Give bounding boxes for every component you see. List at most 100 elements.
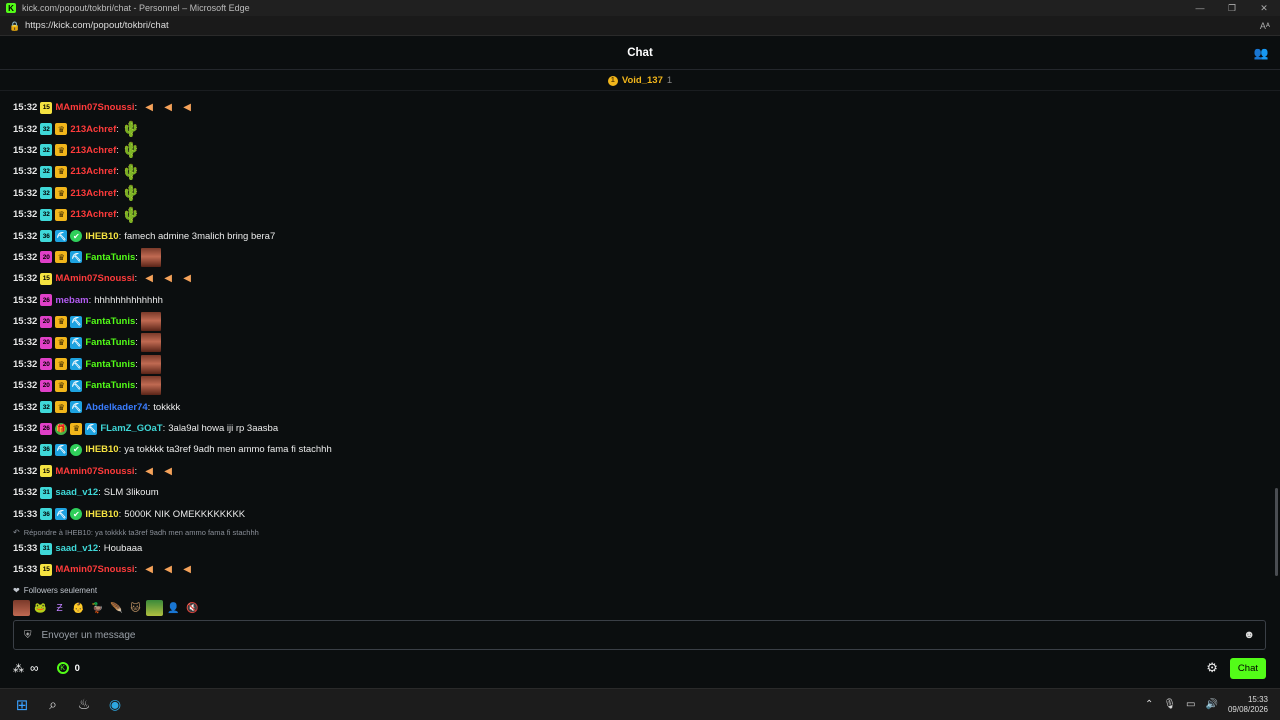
emote-mute-icon[interactable]: 🔇 (184, 600, 201, 616)
pizza-emote-icon[interactable]: ◀ (178, 99, 196, 117)
subscriber-badge-icon[interactable]: 32 (40, 165, 53, 178)
chat-message[interactable]: 15:32 26 mebam: hhhhhhhhhhhhh (13, 290, 1268, 311)
face-emote-icon[interactable] (140, 312, 161, 332)
face-emote-icon[interactable] (140, 376, 161, 396)
pizza-emote-icon[interactable]: ◀ (140, 462, 158, 480)
pickaxe-badge-icon[interactable]: ⛏ (70, 401, 83, 414)
subscriber-badge-icon[interactable]: 31 (40, 486, 53, 499)
volume-icon[interactable]: 🔊 (1206, 699, 1218, 710)
reply-reference[interactable]: ↶ Répondre à IHEB10: ya tokkkk ta3ref 9ad… (13, 527, 1268, 538)
subscriber-badge-icon[interactable]: 32 (40, 401, 53, 414)
subscriber-badge-icon[interactable]: 15 (40, 101, 53, 114)
crown-badge-icon[interactable]: ♛ (55, 208, 68, 221)
message-username[interactable]: FantaTunis (85, 252, 135, 263)
address-bar[interactable]: 🔒 https://kick.com/popout/tokbri/chat Aᴬ (0, 16, 1280, 36)
cactus-emote-icon[interactable]: 🌵 (122, 163, 141, 181)
subscriber-badge-icon[interactable]: 26 (40, 294, 53, 307)
cactus-emote-icon[interactable]: 🌵 (122, 206, 141, 224)
channel-points-icon[interactable]: ⁂ (13, 662, 24, 675)
crown-badge-icon[interactable]: ♛ (55, 315, 68, 328)
subscriber-badge-icon[interactable]: 32 (40, 123, 53, 136)
chat-message[interactable]: 15:32 26 🎁 ♛ ⛏ FLamZ_GOaT:3ala9al howa iji rp… (13, 418, 1268, 439)
verified-badge-icon[interactable]: ✔ (70, 508, 83, 521)
pickaxe-badge-icon[interactable]: ⛏ (70, 251, 83, 264)
chat-message[interactable]: 15:32 32 ♛ 213Achref: 🌵 (13, 161, 1268, 182)
pizza-emote-icon[interactable]: ◀ (140, 561, 158, 579)
pizza-emote-icon[interactable]: ◀ (140, 99, 158, 117)
chat-message[interactable]: 15:32 32 ♛ 213Achref: 🌵 (13, 140, 1268, 161)
chat-message[interactable]: 15:33 15 MAmin07Snoussi: ◀ ◀ ◀ (13, 559, 1268, 580)
crown-badge-icon[interactable]: ♛ (55, 379, 68, 392)
message-username[interactable]: FantaTunis (85, 337, 135, 348)
gear-icon[interactable]: ⚙ (1206, 660, 1218, 676)
pickaxe-badge-icon[interactable]: ⛏ (55, 443, 68, 456)
windows-start-icon[interactable]: ⊞ (10, 693, 34, 717)
message-username[interactable]: MAmin07Snoussi (55, 466, 134, 477)
subscriber-badge-icon[interactable]: 32 (40, 144, 53, 157)
emote-feather-icon[interactable]: 🪶 (108, 600, 125, 616)
crown-badge-icon[interactable]: ♛ (55, 358, 68, 371)
shield-icon[interactable]: ⛨ (24, 630, 32, 641)
crown-badge-icon[interactable]: ♛ (70, 422, 83, 435)
steam-icon[interactable]: ♨ (72, 693, 96, 717)
pizza-emote-icon[interactable]: ◀ (159, 99, 177, 117)
pizza-emote-icon[interactable]: ◀ (159, 561, 177, 579)
emote-face-icon[interactable] (13, 600, 30, 616)
message-username[interactable]: 213Achref (70, 166, 116, 177)
crown-badge-icon[interactable]: ♛ (55, 251, 68, 264)
message-username[interactable]: FantaTunis (85, 380, 135, 391)
infinity-icon[interactable]: ∞ (30, 661, 39, 675)
url-text[interactable]: https://kick.com/popout/tokbri/chat (25, 20, 169, 31)
emote-baby-icon[interactable]: 👶 (70, 600, 87, 616)
chat-message[interactable]: 15:33 31 saad_v12: Houbaaa (13, 538, 1268, 559)
display-icon[interactable]: ▭ (1186, 699, 1195, 710)
chat-message[interactable]: 15:32 31 saad_v12: SLM 3likoum (13, 482, 1268, 503)
emote-kick-icon[interactable]: Ƶ (51, 600, 68, 616)
chat-scrollbar[interactable] (1275, 488, 1278, 576)
pickaxe-badge-icon[interactable]: ⛏ (55, 230, 68, 243)
chat-message[interactable]: 15:32 36 ⛏ ✔ IHEB10: famech admine 3malich br… (13, 225, 1268, 246)
pickaxe-badge-icon[interactable]: ⛏ (55, 508, 68, 521)
chat-message[interactable]: 15:32 32 ♛ 213Achref: 🌵 (13, 118, 1268, 139)
message-username[interactable]: FLamZ_GOaT (100, 423, 162, 434)
emote-ghost-icon[interactable]: 👤 (165, 600, 182, 616)
message-username[interactable]: saad_v12 (55, 543, 98, 554)
message-username[interactable]: MAmin07Snoussi (55, 102, 134, 113)
subscriber-badge-icon[interactable]: 26 (40, 422, 53, 435)
chat-message[interactable]: 15:32 36 ⛏ ✔ IHEB10: ya tokkkk ta3ref 9adh me… (13, 439, 1268, 460)
pickaxe-badge-icon[interactable]: ⛏ (70, 358, 83, 371)
pizza-emote-icon[interactable]: ◀ (159, 270, 177, 288)
kick-points-icon[interactable]: K (56, 662, 69, 674)
chat-message[interactable]: 15:33 36 ⛏ ✔ IHEB10:5000K NIK OMEKKKKKKKK (13, 503, 1268, 524)
chat-message[interactable]: 15:32 20 ♛ ⛏ FantaTunis: (13, 332, 1268, 353)
message-username[interactable]: IHEB10 (85, 509, 118, 520)
crown-badge-icon[interactable]: ♛ (55, 187, 68, 200)
message-username[interactable]: IHEB10 (85, 444, 118, 455)
read-aloud-icon[interactable]: Aᴬ (1260, 21, 1270, 31)
crown-badge-icon[interactable]: ♛ (55, 144, 68, 157)
subscriber-badge-icon[interactable]: 20 (40, 379, 53, 392)
message-username[interactable]: Abdelkader74 (85, 402, 147, 413)
crown-badge-icon[interactable]: ♛ (55, 123, 68, 136)
subscriber-badge-icon[interactable]: 15 (40, 465, 53, 478)
subscriber-badge-icon[interactable]: 31 (40, 542, 53, 555)
cactus-emote-icon[interactable]: 🌵 (122, 120, 141, 138)
chat-message[interactable]: 15:32 20 ♛ ⛏ FantaTunis: (13, 354, 1268, 375)
pickaxe-badge-icon[interactable]: ⛏ (70, 315, 83, 328)
edge-browser-icon[interactable]: ◉ (103, 693, 127, 717)
crown-badge-icon[interactable]: ♛ (55, 165, 68, 178)
verified-badge-icon[interactable]: ✔ (70, 230, 83, 243)
chat-message[interactable]: 15:32 15 MAmin07Snoussi: ◀ ◀ ◀ (13, 268, 1268, 289)
minimize-icon[interactable]: — (1184, 0, 1216, 16)
cactus-emote-icon[interactable]: 🌵 (122, 141, 141, 159)
message-username[interactable]: saad_v12 (55, 487, 98, 498)
subscriber-badge-icon[interactable]: 32 (40, 187, 53, 200)
restore-icon[interactable]: ❐ (1216, 0, 1248, 16)
lock-icon[interactable]: 🔒 (9, 21, 20, 31)
chat-message[interactable]: 15:32 20 ♛ ⛏ FantaTunis: (13, 311, 1268, 332)
send-chat-button[interactable]: Chat (1229, 657, 1266, 679)
message-input-box[interactable]: ⛨ ☻ (13, 620, 1266, 650)
chat-message[interactable]: 15:32 20 ♛ ⛏ FantaTunis: (13, 375, 1268, 396)
subscriber-badge-icon[interactable]: 36 (40, 230, 53, 243)
subscriber-badge-icon[interactable]: 20 (40, 315, 53, 328)
